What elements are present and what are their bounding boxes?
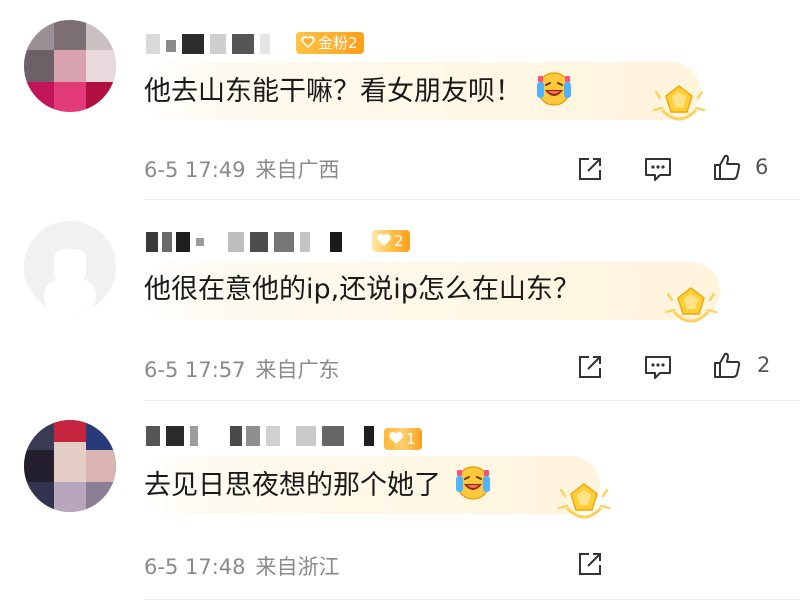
star-crown-icon bbox=[652, 85, 706, 121]
comment-location: 来自广西 bbox=[255, 158, 340, 182]
comment-time: 6-5 17:49 bbox=[144, 158, 246, 182]
comment-text: 他去山东能干嘛？看女朋友呗！ bbox=[144, 70, 573, 112]
comment-item: 1 去见日思夜想的那个她了 6-5 17:48 来自浙江 bbox=[0, 400, 800, 604]
comment-icon[interactable] bbox=[643, 352, 673, 382]
laughing-crying-emoji bbox=[536, 72, 571, 106]
comment-text: 他很在意他的ip,还说ip怎么在山东？ bbox=[144, 274, 580, 305]
fan-badge-text: 2 bbox=[394, 232, 404, 250]
fan-badge-text: 金粉2 bbox=[318, 34, 358, 52]
like-count: 6 bbox=[755, 155, 769, 179]
avatar[interactable] bbox=[24, 420, 116, 512]
comment-location: 来自广东 bbox=[255, 358, 340, 382]
comment-time: 6-5 17:57 bbox=[144, 358, 246, 382]
heart-badge-icon bbox=[389, 432, 403, 444]
fan-badge: 2 bbox=[372, 230, 410, 252]
share-icon[interactable] bbox=[575, 154, 605, 184]
share-icon[interactable] bbox=[575, 352, 605, 382]
laughing-crying-emoji bbox=[455, 466, 490, 500]
heart-badge-icon bbox=[301, 36, 315, 48]
fan-badge-text: 1 bbox=[406, 430, 416, 448]
divider bbox=[144, 599, 800, 600]
heart-badge-icon bbox=[377, 234, 391, 246]
comment-meta: 6-5 17:49 来自广西 bbox=[144, 154, 340, 184]
fan-badge: 金粉2 bbox=[296, 32, 364, 54]
star-crown-icon bbox=[664, 287, 718, 323]
comment-text: 去见日思夜想的那个她了 bbox=[144, 464, 492, 506]
thumbs-up-icon[interactable] bbox=[712, 152, 742, 182]
fan-badge: 1 bbox=[384, 428, 422, 450]
avatar[interactable] bbox=[24, 20, 116, 112]
comment-item: 2 他很在意他的ip,还说ip怎么在山东？ 6-5 17:57 来自广东 2 bbox=[0, 200, 800, 401]
comment-location: 来自浙江 bbox=[255, 555, 340, 579]
avatar[interactable] bbox=[24, 221, 116, 313]
comment-icon[interactable] bbox=[643, 154, 673, 184]
default-avatar-icon bbox=[24, 221, 116, 313]
comment-meta: 6-5 17:57 来自广东 bbox=[144, 354, 340, 384]
star-crown-icon bbox=[557, 483, 611, 519]
comment-time: 6-5 17:48 bbox=[144, 555, 246, 579]
comment-item: 金粉2 他去山东能干嘛？看女朋友呗！ 6-5 17:49 来自广西 6 bbox=[0, 0, 800, 200]
like-count: 2 bbox=[757, 353, 771, 377]
comment-meta: 6-5 17:48 来自浙江 bbox=[144, 551, 340, 581]
share-icon[interactable] bbox=[575, 549, 605, 579]
thumbs-up-icon[interactable] bbox=[712, 350, 742, 380]
